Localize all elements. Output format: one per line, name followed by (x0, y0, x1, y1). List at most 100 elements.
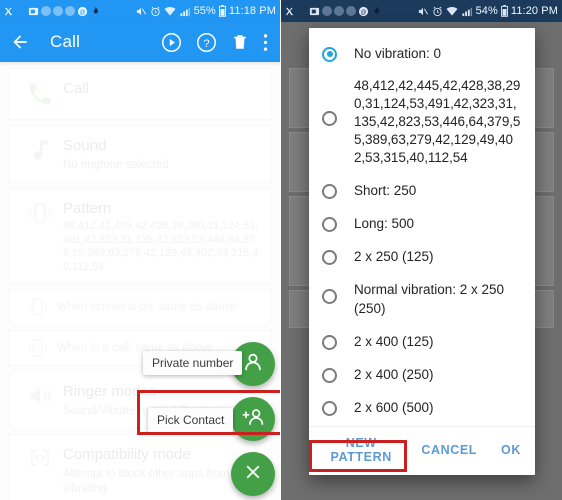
radio-button[interactable] (322, 216, 337, 232)
overflow-menu-icon[interactable] (263, 33, 268, 52)
option-row[interactable]: 2 x 400 (125) (309, 325, 535, 358)
signal-icon (461, 6, 473, 17)
option-label: No vibration: 0 (354, 46, 442, 61)
dual-screenshot-container: @ 55% 11:18 PM Call ? Call Sound No ring… (0, 0, 562, 500)
status-bar-system-icons: 55% 11:18 PM (135, 5, 276, 17)
battery-icon (500, 5, 508, 17)
dialog-action-bar: NEW PATTERN CANCEL OK (309, 426, 535, 475)
dot-icon (346, 6, 356, 16)
setting-card-pattern[interactable]: Pattern 48,412,42,445,42,428,38,290,31,1… (8, 188, 272, 284)
vibrate-icon (17, 198, 63, 226)
trash-icon[interactable] (231, 32, 249, 52)
option-row[interactable]: 2 x 250 (125) (309, 240, 535, 273)
mute-x-icon (3, 6, 14, 17)
screenshot-icon (309, 6, 320, 17)
clock-label: 11:18 PM (228, 5, 276, 17)
back-arrow-icon[interactable] (10, 32, 30, 52)
vibration-pattern-dialog: No vibration: 0 48,412,42,445,42,428,38,… (309, 28, 535, 475)
screen-on-icon (17, 296, 57, 318)
option-label: 2 x 400 (125) (354, 334, 434, 349)
radio-button-selected[interactable] (322, 46, 337, 62)
setting-row-screen-on[interactable]: When screen is on: same as above (8, 289, 272, 325)
option-label: 2 x 600 (500) (354, 400, 434, 415)
play-circle-icon[interactable] (161, 32, 182, 53)
svg-text:@: @ (360, 9, 366, 15)
screenshot-icon (28, 6, 39, 17)
svg-text:?: ? (203, 37, 209, 49)
flame-icon (371, 5, 381, 17)
radio-button[interactable] (322, 400, 337, 416)
left-phone-screen: @ 55% 11:18 PM Call ? Call Sound No ring… (0, 0, 281, 500)
option-row[interactable]: Short: 250 (309, 174, 535, 207)
option-label: 48,412,42,445,42,428,38,290,31,124,53,49… (354, 78, 521, 165)
at-icon: @ (358, 6, 369, 17)
option-row[interactable]: Long: 500 (309, 207, 535, 240)
moon-icon (297, 6, 307, 16)
status-bar: @ 55% 11:18 PM (0, 0, 280, 22)
dot-icon (322, 6, 332, 16)
clock-label: 11:20 PM (510, 5, 558, 17)
phone-icon (17, 78, 63, 108)
volume-mute-icon (135, 6, 147, 17)
option-label: Short: 250 (354, 183, 417, 198)
person-icon (242, 351, 264, 378)
radio-button[interactable] (322, 183, 337, 199)
svg-text:@: @ (79, 9, 85, 15)
option-row[interactable]: 2 x 400 (250) (309, 358, 535, 391)
status-bar-notification-icons: @ (3, 5, 100, 17)
fab-close[interactable] (231, 452, 275, 496)
radio-button[interactable] (322, 367, 337, 383)
option-row[interactable]: 48,412,42,445,42,428,38,290,31,124,53,49… (309, 70, 535, 174)
radio-button[interactable] (322, 289, 337, 304)
right-phone-screen: @ 54% 11:20 PM No vibration: 0 48,412,42… (281, 0, 562, 500)
battery-percent-label: 55% (193, 5, 216, 17)
mute-x-icon (284, 6, 295, 17)
radio-button[interactable] (322, 111, 337, 126)
person-add-icon (241, 406, 265, 433)
alarm-icon (150, 6, 161, 17)
app-bar-actions: ? (161, 32, 272, 53)
card-title: Compatibility mode (63, 446, 191, 463)
card-subtitle: No ringtone selected (63, 159, 169, 171)
card-title: Call (63, 80, 89, 97)
close-icon (244, 463, 262, 486)
option-row[interactable]: 2 x 600 (500) (309, 391, 535, 424)
row-label: When screen is on: same as above (57, 301, 237, 313)
dot-icon (65, 6, 75, 16)
setting-card-sound[interactable]: Sound No ringtone selected (8, 125, 272, 183)
flame-icon (90, 5, 100, 17)
card-subtitle: 48,412,42,445,42,428,38,290,31,124,53,49… (63, 220, 258, 273)
compat-icon (17, 444, 63, 470)
status-bar-notification-icons: @ (284, 5, 381, 17)
option-label: Long: 500 (354, 216, 415, 231)
vibration-option-list[interactable]: No vibration: 0 48,412,42,445,42,428,38,… (309, 28, 535, 426)
card-title: Ringer modes (63, 383, 157, 400)
card-title: Sound (63, 137, 107, 154)
radio-button[interactable] (322, 334, 337, 350)
status-bar-system-icons: 54% 11:20 PM (417, 5, 558, 17)
in-call-icon (17, 337, 57, 359)
new-pattern-button[interactable]: NEW PATTERN (325, 436, 397, 464)
speaker-icon (17, 381, 63, 409)
music-note-icon (17, 135, 63, 163)
status-bar: @ 54% 11:20 PM (281, 0, 562, 22)
dot-icon (53, 6, 63, 16)
signal-icon (179, 6, 191, 17)
option-label: 2 x 250 (125) (354, 249, 434, 264)
cancel-button[interactable]: CANCEL (421, 443, 477, 457)
wifi-icon (164, 6, 176, 16)
moon-icon (16, 6, 26, 16)
tooltip-private-number: Private number (143, 351, 243, 375)
alarm-icon (432, 6, 443, 17)
card-title: Pattern (63, 200, 112, 217)
fab-pick-contact[interactable] (231, 397, 275, 441)
tooltip-pick-contact: Pick Contact (148, 408, 234, 432)
ok-button[interactable]: OK (501, 443, 521, 457)
setting-card-call[interactable]: Call (8, 68, 272, 120)
page-title: Call (50, 32, 81, 51)
radio-button[interactable] (322, 249, 337, 265)
option-row[interactable]: Normal vibration: 2 x 250 (250) (309, 273, 535, 325)
help-circle-icon[interactable]: ? (196, 32, 217, 53)
battery-icon (218, 5, 226, 17)
option-row[interactable]: No vibration: 0 (309, 37, 535, 70)
